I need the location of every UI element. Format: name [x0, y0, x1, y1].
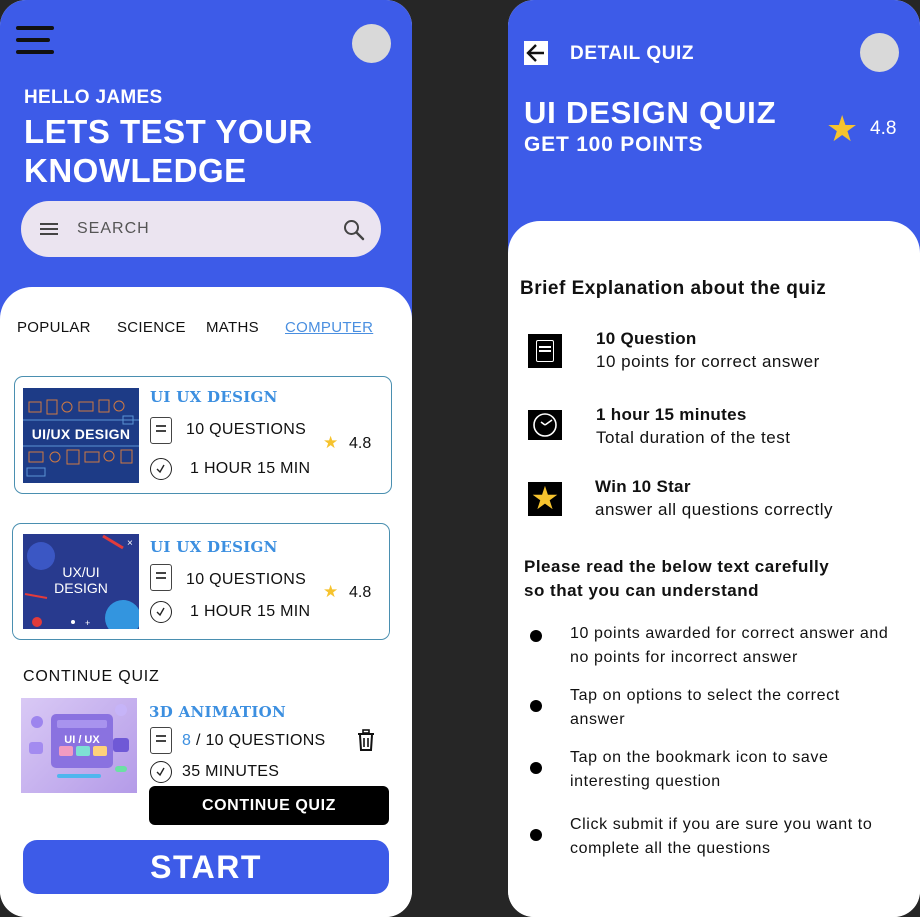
quiz-thumbnail: × + UX/UI DESIGN: [23, 534, 139, 629]
trash-icon[interactable]: [355, 729, 377, 752]
header-title: DETAIL QUIZ: [570, 43, 695, 64]
clock-icon: [150, 601, 172, 623]
rule-line: Click submit if you are sure you want to: [570, 816, 873, 833]
feature-title: 1 hour 15 minutes: [596, 405, 747, 424]
rule-item: 10 points awarded for correct answer and…: [570, 622, 910, 670]
clock-icon: [150, 761, 172, 783]
read-heading-line-2: so that you can understand: [524, 581, 759, 600]
quiz-thumbnail: UI / UX: [21, 698, 137, 793]
duration: 35 MINUTES: [182, 763, 280, 780]
rule-line: interesting question: [570, 773, 721, 790]
rule-line: Tap on options to select the correct: [570, 687, 840, 704]
feature-title: Win 10 Star: [595, 477, 691, 496]
questions-total: / 10 QUESTIONS: [195, 732, 326, 749]
rule-line: no points for incorrect answer: [570, 649, 798, 666]
star-icon: ★: [323, 582, 339, 601]
rule-line: answer: [570, 711, 626, 728]
clock-icon: [528, 410, 562, 440]
thumbnail-label: UI/UX DESIGN: [31, 426, 131, 442]
document-icon: [150, 727, 172, 754]
rating: 4.8: [349, 584, 372, 601]
menu-icon[interactable]: [16, 24, 56, 56]
continue-quiz-button[interactable]: CONTINUE QUIZ: [149, 786, 389, 825]
star-icon: ★: [323, 433, 339, 452]
continue-quiz-heading: CONTINUE QUIZ: [23, 668, 160, 685]
svg-text:×: ×: [127, 538, 133, 549]
document-icon: [150, 417, 172, 444]
feature-desc: 10 points for correct answer: [596, 352, 820, 371]
search-menu-icon[interactable]: [40, 223, 58, 236]
avatar[interactable]: [860, 33, 899, 72]
tab-computer[interactable]: COMPUTER: [285, 319, 373, 336]
start-button[interactable]: START: [23, 840, 389, 894]
questions-done: 8: [182, 732, 192, 749]
thumbnail-label-line-2: DESIGN: [54, 580, 108, 596]
back-arrow-icon[interactable]: [524, 41, 548, 65]
thumbnail-label: UX/UI DESIGN: [23, 564, 139, 596]
quiz-thumbnail: UI/UX DESIGN: [23, 388, 139, 483]
search-bar: [21, 201, 381, 257]
svg-text:+: +: [85, 618, 90, 628]
bullet: [530, 700, 542, 712]
rating: 4.8: [870, 118, 897, 139]
headline-line-1: LETS TEST YOUR: [24, 113, 313, 150]
thumbnail-label: UI / UX: [64, 734, 100, 746]
quiz-title: UI DESIGN QUIZ: [524, 95, 777, 130]
search-icon[interactable]: [343, 219, 365, 241]
rule-line: 10 points awarded for correct answer and: [570, 625, 889, 642]
duration: 1 HOUR 15 MIN: [190, 603, 311, 620]
question-count: 10 QUESTIONS: [186, 571, 307, 588]
star-icon: ★: [528, 481, 562, 516]
read-heading: Please read the below text carefully so …: [524, 555, 829, 603]
brief-heading: Brief Explanation about the quiz: [520, 278, 827, 299]
feature-title: 10 Question: [596, 329, 697, 348]
tab-maths[interactable]: MATHS: [206, 319, 259, 336]
tab-popular[interactable]: POPULAR: [17, 319, 91, 336]
quiz-subtitle: GET 100 POINTS: [524, 133, 704, 156]
star-icon: ★: [826, 108, 859, 149]
bullet: [530, 630, 542, 642]
rating: 4.8: [349, 435, 372, 452]
duration: 1 HOUR 15 MIN: [190, 460, 311, 477]
page-title: LETS TEST YOUR KNOWLEDGE: [24, 112, 313, 190]
rule-item: Tap on the bookmark icon to save interes…: [570, 746, 910, 794]
rule-item: Tap on options to select the correct ans…: [570, 684, 910, 732]
feature-desc: answer all questions correctly: [595, 500, 833, 519]
feature-desc: Total duration of the test: [596, 428, 791, 447]
bullet: [530, 829, 542, 841]
clock-icon: [150, 458, 172, 480]
greeting: HELLO JAMES: [24, 87, 163, 108]
quiz-title: UI UX DESIGN: [150, 538, 278, 556]
read-heading-line-1: Please read the below text carefully: [524, 557, 830, 576]
document-icon: [150, 564, 172, 591]
thumbnail-label-line-1: UX/UI: [62, 564, 100, 580]
quiz-title: UI UX DESIGN: [150, 388, 278, 406]
headline-line-2: KNOWLEDGE: [24, 152, 247, 189]
question-progress: 8 / 10 QUESTIONS: [182, 732, 326, 750]
bullet: [530, 762, 542, 774]
document-icon: [528, 334, 562, 368]
tab-science[interactable]: SCIENCE: [117, 319, 186, 336]
quiz-title: 3D ANIMATION: [149, 703, 287, 721]
rule-item: Click submit if you are sure you want to…: [570, 813, 910, 861]
rule-line: Tap on the bookmark icon to save: [570, 749, 829, 766]
question-count: 10 QUESTIONS: [186, 421, 307, 438]
rule-line: complete all the questions: [570, 840, 771, 857]
detail-screen: DETAIL QUIZ UI DESIGN QUIZ GET 100 POINT…: [508, 0, 920, 917]
avatar[interactable]: [352, 24, 391, 63]
home-screen: HELLO JAMES LETS TEST YOUR KNOWLEDGE POP…: [0, 0, 412, 917]
search-input[interactable]: [77, 215, 327, 243]
